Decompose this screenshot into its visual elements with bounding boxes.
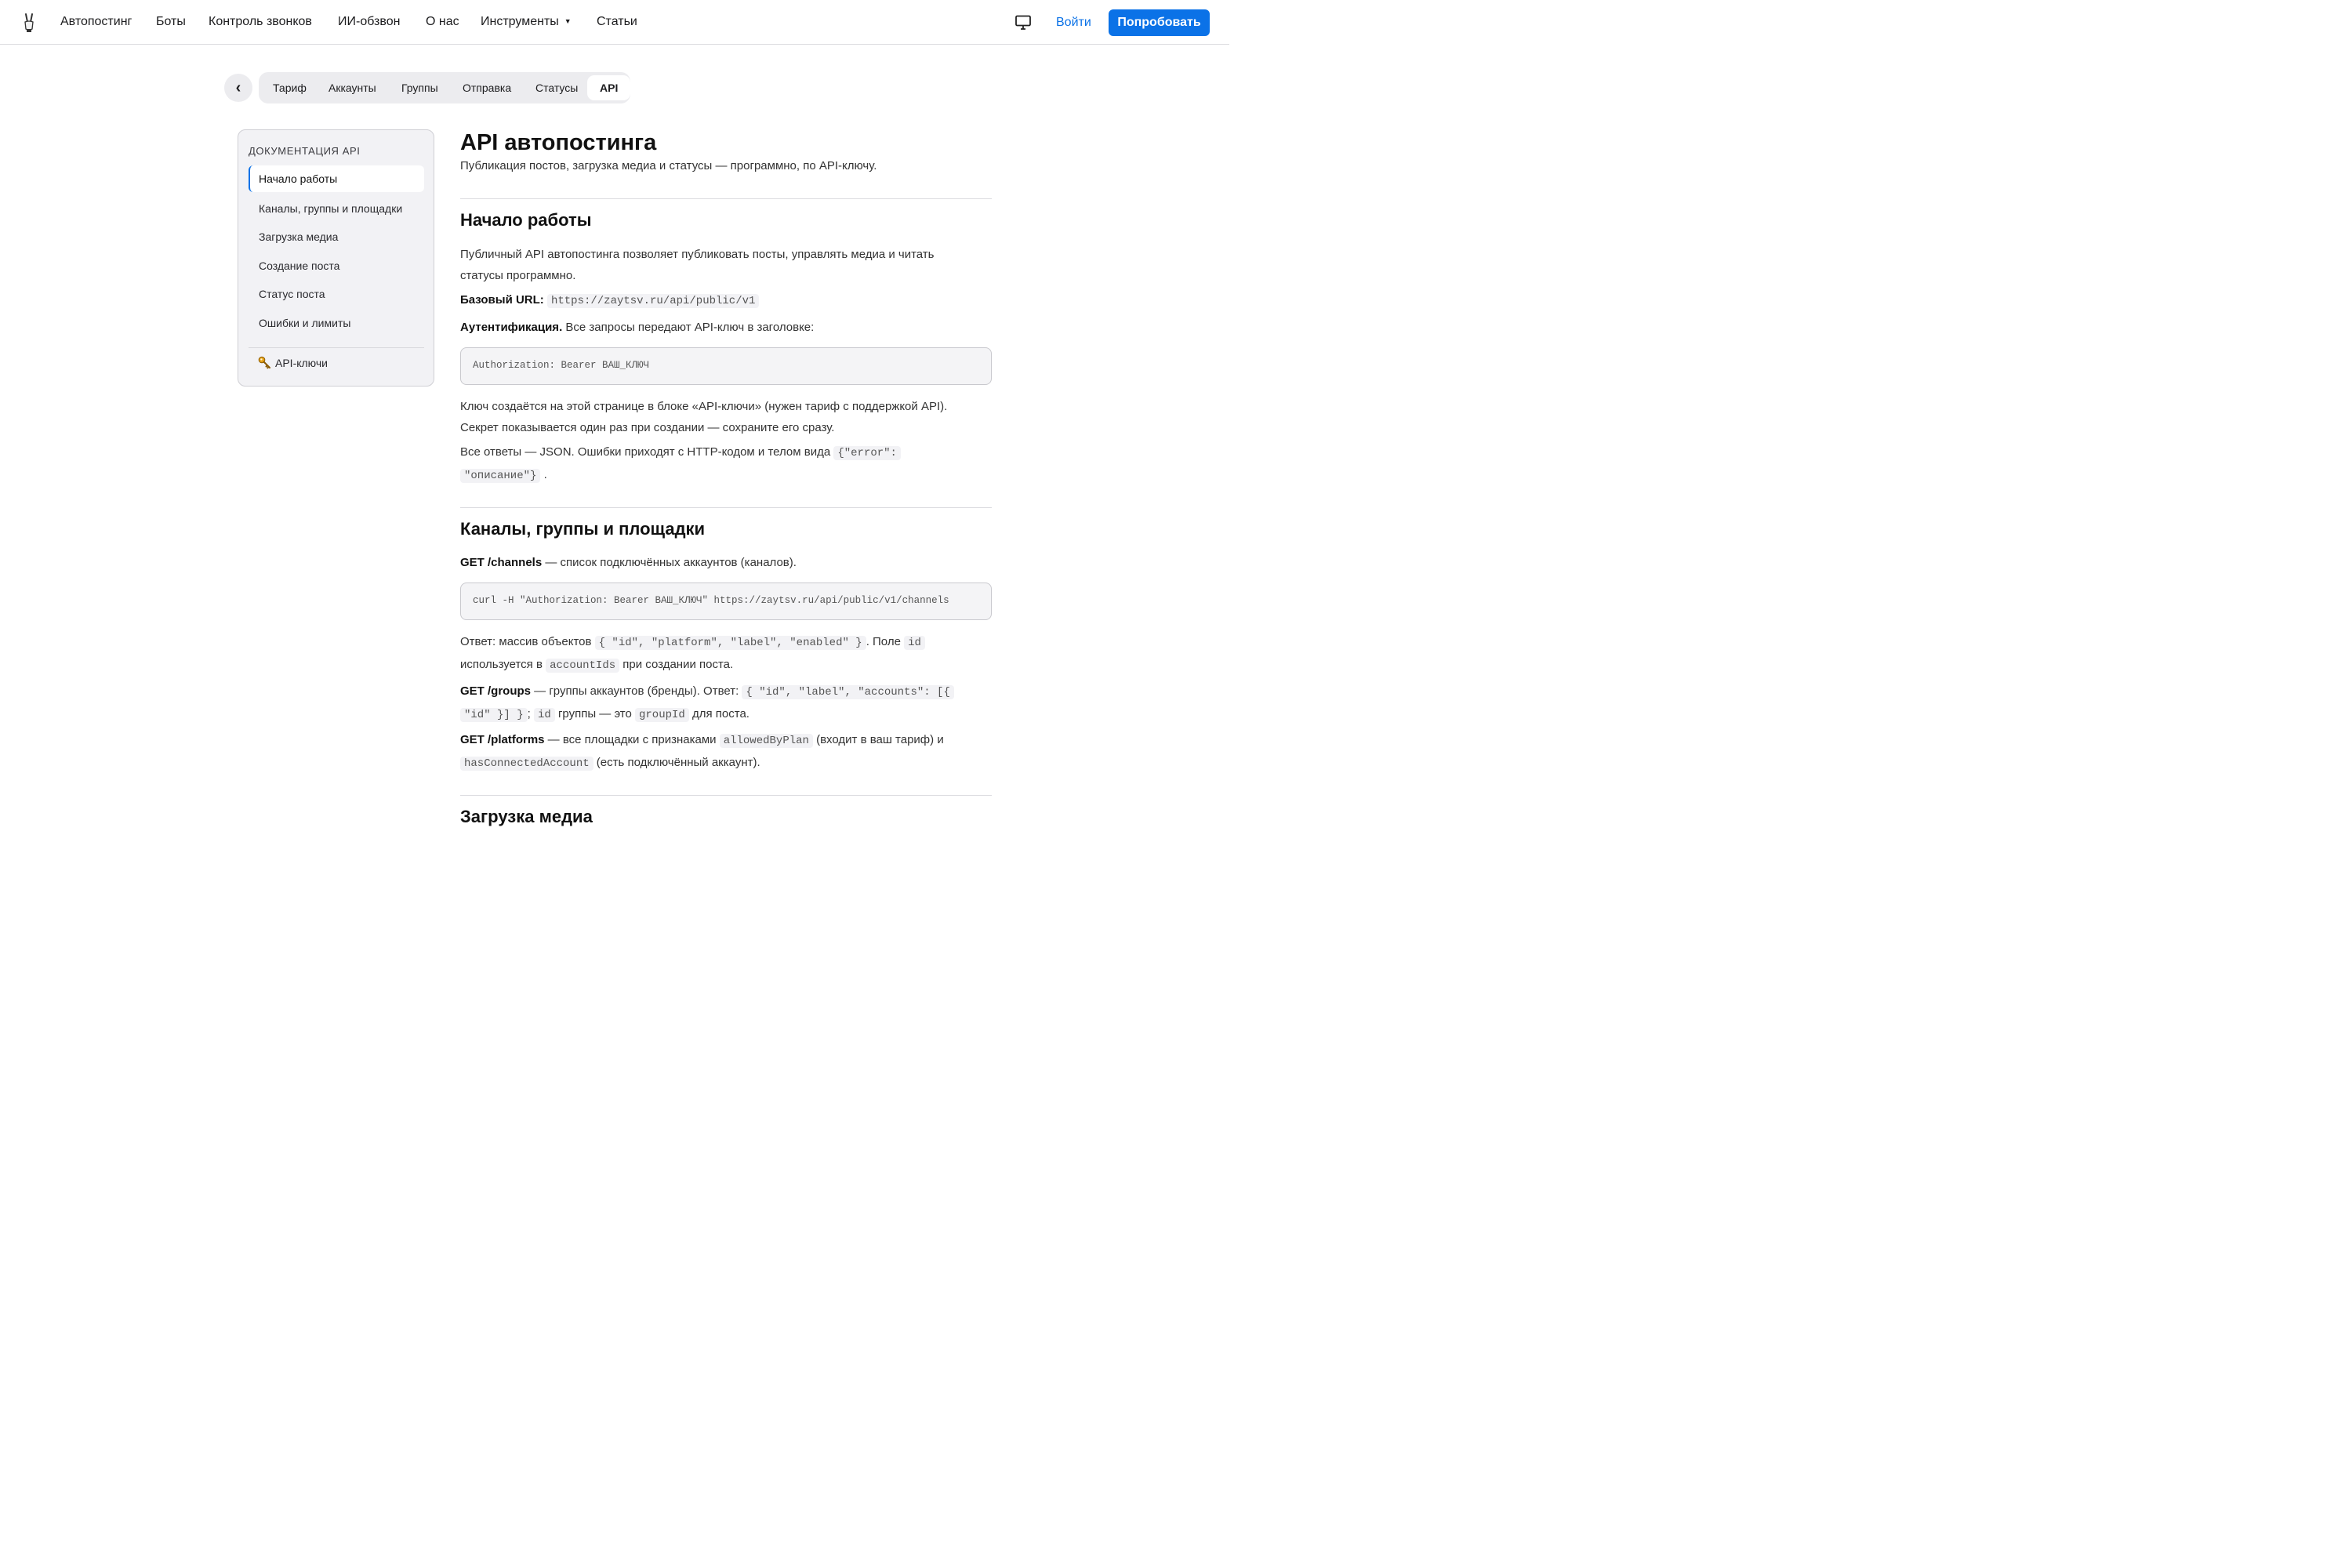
caret-down-icon: ▼ — [564, 17, 572, 25]
section-divider — [460, 795, 992, 796]
allowedbyplan-code: allowedByPlan — [719, 734, 813, 748]
intro-line-1: Публичный API автопостинга позволяет пуб… — [460, 248, 935, 261]
get-groups-endpoint: GET /groups — [460, 684, 531, 698]
resp-text-4: при создании поста. — [619, 658, 734, 671]
api-docs-sidebar: Документация API Начало работы Каналы, г… — [238, 129, 434, 387]
accountids-code: accountIds — [546, 659, 620, 673]
json-text: Все ответы — JSON. Ошибки приходят с HTT… — [460, 445, 834, 459]
base-url-code: https://zaytsv.ru/api/public/v1 — [546, 294, 760, 308]
section-heading-getting-started: Начало работы — [460, 210, 592, 230]
monitor-icon[interactable] — [1014, 15, 1032, 31]
sidebar-item-post-status[interactable]: Статус поста — [259, 288, 325, 300]
section-heading-channels: Каналы, группы и площадки — [460, 519, 706, 539]
api-key-line-1: Ключ создаётся на этой странице в блоке … — [460, 400, 948, 413]
page-lead: Публикация постов, загрузка медиа и стат… — [460, 159, 877, 172]
nav-articles[interactable]: Статьи — [597, 15, 637, 29]
groups-text: — группы аккаунтов (бренды). Ответ: — [531, 684, 742, 698]
groups-text-2: группы — это — [554, 707, 635, 720]
nav-tools[interactable]: Инструменты ▼ — [481, 15, 572, 29]
nav-bots[interactable]: Боты — [156, 15, 186, 29]
auth-line: Аутентификация. Все запросы передают API… — [460, 317, 992, 338]
tab-sending[interactable]: Отправка — [463, 82, 511, 94]
section-heading-media-upload: Загрузка медиа — [460, 807, 593, 826]
channel-object-code: { "id", "platform", "label", "enabled" } — [594, 636, 866, 650]
group-object-code-1: { "id", "label", "accounts": [{ — [742, 685, 954, 699]
get-channels-line: GET /channels — список подключённых акка… — [460, 552, 992, 573]
sidebar-item-create-post[interactable]: Создание поста — [259, 260, 339, 272]
auth-code-block: Authorization: Bearer ВАШ_КЛЮЧ — [460, 347, 992, 385]
api-keys-label: API-ключи — [275, 357, 328, 369]
base-url-label: Базовый URL: — [460, 293, 544, 307]
key-icon — [258, 356, 270, 369]
section-divider — [460, 198, 992, 199]
error-json-code-1: {"error": — [833, 446, 901, 460]
platforms-text: — все площадки с признаками — [544, 733, 720, 746]
login-link[interactable]: Войти — [1056, 16, 1091, 30]
nav-ai-calling[interactable]: ИИ-обзвон — [338, 15, 400, 29]
get-platforms-paragraph: GET /platforms — все площадки с признака… — [460, 729, 992, 775]
tab-statuses[interactable]: Статусы — [535, 82, 578, 94]
platforms-text-2: (входит в ваш тариф) и — [812, 733, 944, 746]
section-divider — [460, 507, 992, 508]
page-title: API автопостинга — [460, 130, 657, 155]
json-paragraph: Все ответы — JSON. Ошибки приходят с HTT… — [460, 441, 992, 487]
get-channels-endpoint: GET /channels — [460, 556, 543, 569]
group-object-code-2: "id" }] } — [460, 708, 528, 722]
resp-text-3: используется в — [460, 658, 546, 671]
auth-label: Аутентификация. — [460, 321, 563, 334]
hasconnectedaccount-code: hasConnectedAccount — [460, 757, 593, 771]
group-id-code: id — [533, 708, 555, 722]
peace-hand-logo-icon[interactable] — [20, 13, 38, 33]
tab-tariff[interactable]: Тариф — [273, 82, 307, 94]
resp-text-2: . Поле — [866, 635, 905, 648]
top-navigation: Автопостинг Боты Контроль звонков ИИ-обз… — [0, 0, 1229, 45]
nav-tools-label: Инструменты — [481, 15, 559, 28]
sidebar-item-media-upload[interactable]: Загрузка медиа — [259, 230, 338, 243]
intro-paragraph: Публичный API автопостинга позволяет пуб… — [460, 244, 992, 286]
id-code: id — [904, 636, 925, 650]
api-key-line-2: Секрет показывается один раз при создани… — [460, 421, 835, 434]
base-url-line: Базовый URL: https://zaytsv.ru/api/publi… — [460, 289, 992, 312]
section-tabs: Тариф Аккаунты Группы Отправка Статусы A… — [259, 72, 631, 103]
sidebar-item-label: Начало работы — [259, 172, 338, 185]
tab-groups[interactable]: Группы — [401, 82, 438, 94]
sidebar-item-channels[interactable]: Каналы, группы и площадки — [259, 202, 402, 215]
nav-about[interactable]: О нас — [426, 15, 459, 29]
tab-api[interactable]: API — [587, 75, 631, 100]
sidebar-item-api-keys[interactable]: API-ключи — [258, 356, 328, 369]
get-groups-paragraph: GET /groups — группы аккаунтов (бренды).… — [460, 681, 992, 726]
json-end: . — [543, 468, 547, 481]
sidebar-title: Документация API — [249, 145, 361, 157]
auth-text: Все запросы передают API-ключ в заголовк… — [562, 321, 815, 334]
groups-text-3: для поста. — [688, 707, 750, 720]
get-platforms-endpoint: GET /platforms — [460, 733, 545, 746]
error-json-code-2: "описание"} — [460, 469, 541, 483]
try-button[interactable]: Попробовать — [1109, 9, 1210, 36]
get-channels-text: — список подключённых аккаунтов (каналов… — [542, 556, 797, 569]
back-button[interactable]: ‹ — [224, 74, 252, 102]
groupid-code: groupId — [635, 708, 689, 722]
sidebar-item-errors-limits[interactable]: Ошибки и лимиты — [259, 317, 350, 329]
resp-text: Ответ: массив объектов — [460, 635, 595, 648]
tab-accounts[interactable]: Аккаунты — [328, 82, 376, 94]
platforms-text-3: (есть подключённый аккаунт). — [593, 756, 760, 769]
sidebar-divider — [249, 347, 424, 348]
intro-line-2: статусы программно. — [460, 269, 576, 282]
curl-code-block: curl -H "Authorization: Bearer ВАШ_КЛЮЧ"… — [460, 583, 992, 620]
sidebar-item-getting-started[interactable]: Начало работы — [249, 165, 424, 192]
nav-call-control[interactable]: Контроль звонков — [209, 15, 312, 29]
channels-response-paragraph: Ответ: массив объектов { "id", "platform… — [460, 631, 992, 677]
nav-autoposting[interactable]: Автопостинг — [60, 15, 132, 29]
groups-sep: ; — [527, 707, 531, 720]
api-key-paragraph: Ключ создаётся на этой странице в блоке … — [460, 396, 992, 438]
